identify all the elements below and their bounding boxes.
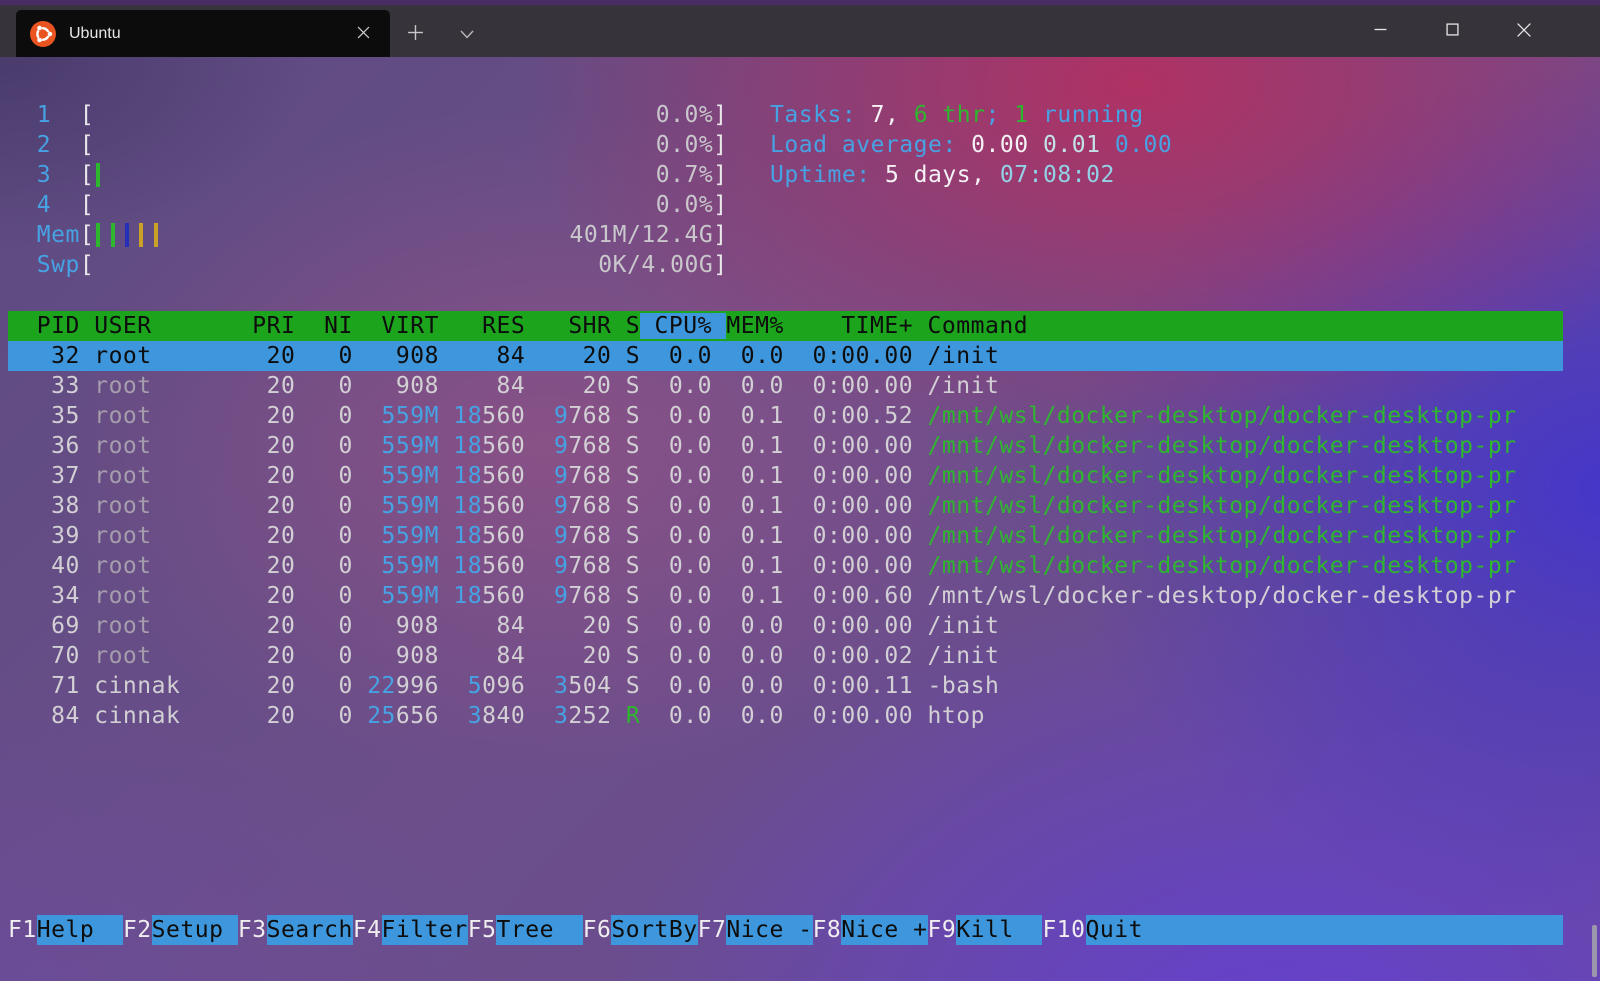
maximize-icon [1446,23,1459,39]
minimize-icon [1374,23,1387,39]
plus-icon [407,24,424,44]
meter-swp: Swp[0K/4.00G] [8,250,728,280]
fn-key-f6[interactable]: F6SortBy [583,915,698,945]
tab-ubuntu[interactable]: Ubuntu [16,10,390,57]
meter-value: 0.0% [656,130,713,160]
process-row[interactable]: 84 cinnak 20 0 25656 3840 3252 R 0.0 0.0… [8,701,1563,731]
process-row[interactable]: 69 root 20 0 908 84 20 S 0.0 0.0 0:00.00… [8,611,1563,641]
window-close-button[interactable] [1488,5,1560,57]
meter-1: 1 [0.0%] [8,100,728,130]
function-key-bar: F1Help F2Setup F3SearchF4FilterF5Tree F6… [8,915,1563,945]
fn-key-f7[interactable]: F7Nice - [698,915,813,945]
meter-label: 3 [8,162,80,188]
fn-key-f3[interactable]: F3Search [238,915,353,945]
fn-key-f4[interactable]: F4Filter [353,915,468,945]
scrollbar-thumb[interactable] [1592,925,1597,977]
fn-key-f10[interactable]: F10Quit [1042,915,1563,945]
process-row[interactable]: 36 root 20 0 559M 18560 9768 S 0.0 0.1 0… [8,431,1563,461]
new-tab-button[interactable] [398,17,432,51]
meter-mem: Mem[401M/12.4G] [8,220,728,250]
meter-label: 4 [8,192,80,218]
minimize-button[interactable] [1344,5,1416,57]
fn-key-f8[interactable]: F8Nice + [813,915,928,945]
meter-value: 0.0% [656,100,713,130]
process-rows: 32 root 20 0 908 84 20 S 0.0 0.0 0:00.00… [0,341,1600,731]
close-icon [1517,23,1531,40]
process-row[interactable]: 37 root 20 0 559M 18560 9768 S 0.0 0.1 0… [8,461,1563,491]
load-average-line: Load average: 0.00 0.01 0.00 [770,130,1172,160]
meter-bars [96,220,168,247]
fn-key-f2[interactable]: F2Setup [123,915,238,945]
fn-key-f5[interactable]: F5Tree [468,915,583,945]
tab-dropdown-button[interactable] [450,17,484,51]
cpu-memory-meters: 1 [0.0%] 2 [0.0%] 3 [0.7%] 4 [0.0%] Mem[… [8,100,728,280]
tasks-line: Tasks: 7, 6 thr; 1 running [770,100,1172,130]
meter-3: 3 [0.7%] [8,160,728,190]
tab-close-button[interactable] [346,17,380,51]
process-row[interactable]: 39 root 20 0 559M 18560 9768 S 0.0 0.1 0… [8,521,1563,551]
fn-key-f1[interactable]: F1Help [8,915,123,945]
process-row[interactable]: 40 root 20 0 559M 18560 9768 S 0.0 0.1 0… [8,551,1563,581]
ubuntu-icon [30,21,56,47]
fn-key-f9[interactable]: F9Kill [928,915,1043,945]
process-row[interactable]: 38 root 20 0 559M 18560 9768 S 0.0 0.1 0… [8,491,1563,521]
system-info: Tasks: 7, 6 thr; 1 running Load average:… [770,100,1172,190]
terminal-screen[interactable]: 1 [0.0%] 2 [0.0%] 3 [0.7%] 4 [0.0%] Mem[… [0,57,1600,981]
uptime-line: Uptime: 5 days, 07:08:02 [770,160,1172,190]
tab-title: Ubuntu [69,25,346,43]
title-bar: Ubuntu [0,0,1600,57]
window-controls [1344,5,1560,57]
meter-label: 2 [8,132,80,158]
process-row[interactable]: 34 root 20 0 559M 18560 9768 S 0.0 0.1 0… [8,581,1563,611]
chevron-down-icon [460,27,474,42]
process-row[interactable]: 70 root 20 0 908 84 20 S 0.0 0.0 0:00.02… [8,641,1563,671]
meter-value: 0.7% [656,160,713,190]
process-row[interactable]: 33 root 20 0 908 84 20 S 0.0 0.0 0:00.00… [8,371,1563,401]
terminal-window: Ubuntu [0,0,1600,981]
process-row[interactable]: 35 root 20 0 559M 18560 9768 S 0.0 0.1 0… [8,401,1563,431]
meter-value: 0K/4.00G [598,250,713,280]
process-table-header[interactable]: PID USER PRI NI VIRT RES SHR S CPU% MEM%… [8,311,1563,341]
meter-value: 0.0% [656,190,713,220]
meter-label: Mem [8,222,80,248]
meter-4: 4 [0.0%] [8,190,728,220]
meter-bars [96,160,110,187]
meter-label: 1 [8,102,80,128]
process-table: PID USER PRI NI VIRT RES SHR S CPU% MEM%… [0,311,1600,731]
meter-value: 401M/12.4G [570,220,714,250]
meter-2: 2 [0.0%] [8,130,728,160]
process-row[interactable]: 32 root 20 0 908 84 20 S 0.0 0.0 0:00.00… [8,341,1563,371]
process-row[interactable]: 71 cinnak 20 0 22996 5096 3504 S 0.0 0.0… [8,671,1563,701]
close-icon [357,26,370,42]
maximize-button[interactable] [1416,5,1488,57]
meter-label: Swp [8,252,80,278]
